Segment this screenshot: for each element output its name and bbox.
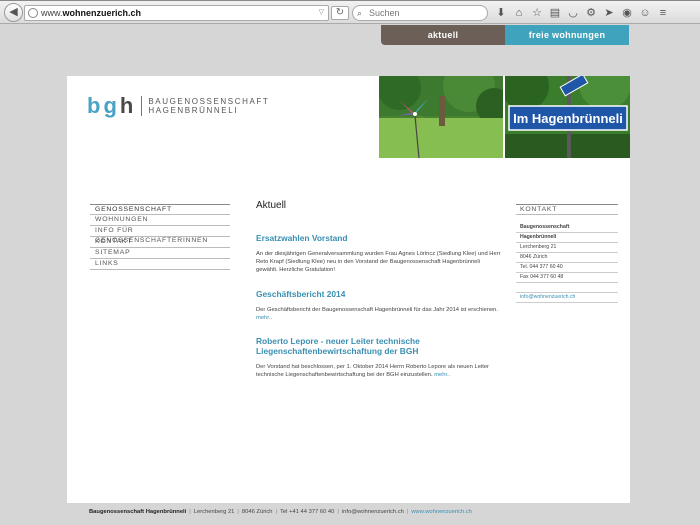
tab-freie-wohnungen[interactable]: freie wohnungen bbox=[505, 25, 629, 45]
footer-email[interactable]: info@wohnenzuerich.ch bbox=[342, 509, 404, 515]
pocket-icon[interactable]: ◡ bbox=[566, 5, 580, 21]
globe-icon bbox=[28, 8, 38, 18]
contact-spacer bbox=[516, 283, 618, 293]
url-bar[interactable]: www.wohnenzuerich.ch ▽ bbox=[24, 5, 329, 21]
contact-fax: Fax 044 377 60 48 bbox=[516, 273, 618, 283]
main-content: Aktuell Ersatzwahlen Vorstand An der die… bbox=[256, 200, 501, 393]
contact-org-line1: Baugenossenschaft bbox=[516, 223, 618, 233]
nav-item-genossenschaft[interactable]: GENOSSENSCHAFT bbox=[90, 204, 230, 215]
nav-item-info[interactable]: INFO FÜR GENOSSENSCHAFTERINNEN bbox=[90, 226, 230, 244]
search-bar[interactable]: ⌕ Suchen bbox=[352, 5, 488, 21]
bookmark-star-icon[interactable]: ☆ bbox=[530, 5, 544, 21]
article-body: An der diesjährigen Generalversammlung w… bbox=[256, 251, 501, 274]
contact-heading[interactable]: KONTAKT bbox=[516, 204, 618, 215]
news-article: Roberto Lepore - neuer Leiter technische… bbox=[256, 336, 501, 379]
footer-city: 8046 Zürich bbox=[241, 509, 273, 515]
nav-item-links[interactable]: LINKS bbox=[90, 259, 230, 270]
contact-org-line2: Hagenbrünneli bbox=[516, 233, 618, 243]
article-title[interactable]: Roberto Lepore - neuer Leiter technische… bbox=[256, 336, 501, 356]
logo-mark: bgh bbox=[87, 93, 137, 118]
site-footer: Baugenossenschaft Hagenbrünneli | Lerchenb… bbox=[89, 509, 472, 515]
contact-street: Lerchenberg 21 bbox=[516, 243, 618, 253]
nav-item-wohnungen[interactable]: WOHNUNGEN bbox=[90, 215, 230, 226]
logo-text: BAUGENOSSENSCHAFT HAGENBRÜNNELI bbox=[148, 97, 270, 115]
back-button[interactable]: ◀ bbox=[4, 3, 23, 22]
toolbar-icons: ⬇ ⌂ ☆ ▤ ◡ ⚙ ➤ ◉ ☺ ≡ bbox=[494, 5, 670, 21]
url-text: www.wohnenzuerich.ch bbox=[41, 8, 142, 18]
header-photo-street-sign: Im Hagenbrünneli bbox=[505, 76, 630, 158]
clipboard-icon[interactable]: ▤ bbox=[548, 5, 562, 21]
footer-street: Lerchenberg 21 bbox=[193, 509, 235, 515]
page-title: Aktuell bbox=[256, 200, 287, 211]
home-icon[interactable]: ⌂ bbox=[512, 5, 526, 21]
contact-email-link[interactable]: info@wohnenzuerich.ch bbox=[516, 293, 618, 303]
left-nav: GENOSSENSCHAFT WOHNUNGEN INFO FÜR GENOSS… bbox=[90, 204, 230, 270]
street-sign-text: Im Hagenbrünneli bbox=[513, 111, 623, 126]
article-title[interactable]: Geschäftsbericht 2014 bbox=[256, 289, 501, 299]
menu-icon[interactable]: ≡ bbox=[656, 5, 670, 21]
download-icon[interactable]: ⬇ bbox=[494, 5, 508, 21]
news-article: Geschäftsbericht 2014 Der Geschäftsberic… bbox=[256, 289, 501, 322]
news-article: Ersatzwahlen Vorstand An der diesjährige… bbox=[256, 233, 501, 275]
more-link[interactable]: mehr.. bbox=[256, 315, 272, 321]
contact-sidebar: KONTAKT Baugenossenschaft Hagenbrünneli … bbox=[516, 204, 618, 303]
article-title[interactable]: Ersatzwahlen Vorstand bbox=[256, 233, 501, 243]
page-card: bgh BAUGENOSSENSCHAFT HAGENBRÜNNELI Im H… bbox=[67, 76, 630, 503]
article-body: Der Geschäftsbericht der Baugenossenscha… bbox=[256, 306, 499, 321]
addon-icon[interactable]: ⚙ bbox=[584, 5, 598, 21]
footer-name: Baugenossenschaft Hagenbrünneli bbox=[89, 509, 187, 515]
footer-tel: Tel +41 44 377 60 40 bbox=[280, 509, 335, 515]
footer-web-link[interactable]: www.wohnenzuerich.ch bbox=[411, 509, 472, 515]
reload-button[interactable]: ↻ bbox=[331, 6, 349, 20]
search-placeholder: Suchen bbox=[369, 8, 400, 18]
search-icon: ⌕ bbox=[357, 8, 363, 18]
more-link[interactable]: mehr.. bbox=[434, 372, 450, 378]
logo-divider bbox=[141, 96, 143, 116]
send-icon[interactable]: ➤ bbox=[602, 5, 616, 21]
nav-item-sitemap[interactable]: SITEMAP bbox=[90, 248, 230, 259]
smiley-icon[interactable]: ☺ bbox=[638, 5, 652, 21]
contact-city: 8046 Zürich bbox=[516, 253, 618, 263]
chat-icon[interactable]: ◉ bbox=[620, 5, 634, 21]
browser-toolbar: ◀ www.wohnenzuerich.ch ▽ ↻ ⌕ Suchen ⬇ ⌂ … bbox=[0, 0, 700, 24]
contact-tel: Tel. 044 377 60 40 bbox=[516, 263, 618, 273]
article-body: Der Vorstand hat beschlossen, per 1. Okt… bbox=[256, 364, 489, 379]
url-dropdown-icon[interactable]: ▽ bbox=[319, 6, 324, 20]
logo[interactable]: bgh BAUGENOSSENSCHAFT HAGENBRÜNNELI bbox=[87, 94, 269, 118]
tab-aktuell[interactable]: aktuell bbox=[381, 25, 505, 45]
header-photo-pinwheel bbox=[379, 76, 503, 158]
